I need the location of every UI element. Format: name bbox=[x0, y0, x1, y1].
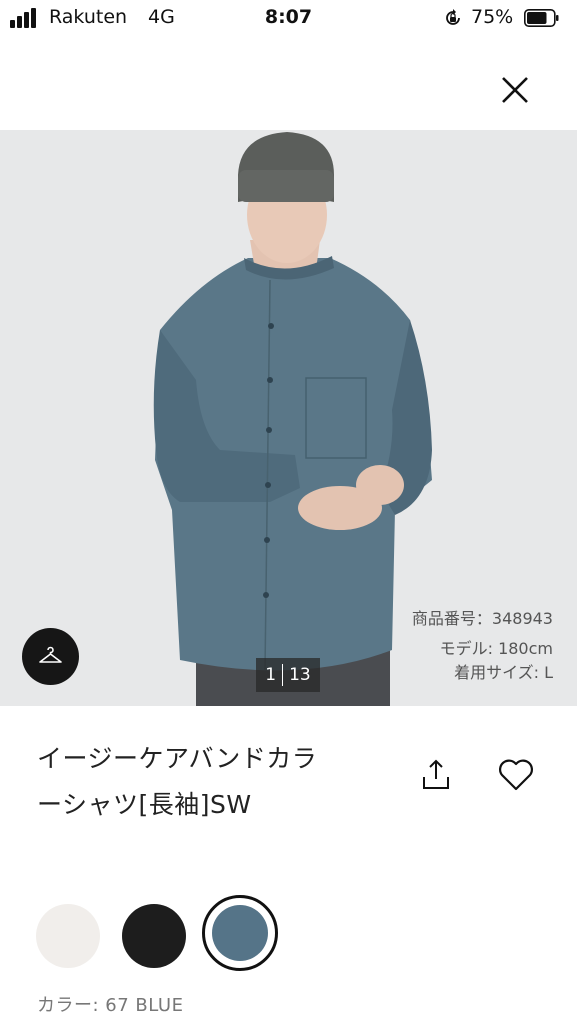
image-total: 13 bbox=[289, 665, 311, 685]
close-icon bbox=[502, 77, 528, 103]
favorite-button[interactable] bbox=[494, 755, 538, 795]
color-swatch-blue bbox=[212, 905, 268, 961]
status-bar: Rakuten 4G 8:07 75% bbox=[0, 0, 577, 40]
battery-percent: 75% bbox=[471, 6, 514, 28]
worn-size: 着用サイズ: L bbox=[454, 663, 553, 682]
counter-divider bbox=[282, 664, 284, 686]
product-title-line1: イージーケアバンドカラ bbox=[37, 744, 318, 773]
product-image-carousel[interactable]: 商品番号：348943 モデル: 180cm 着用サイズ: L 1 13 bbox=[0, 130, 577, 706]
product-number: 商品番号：348943 bbox=[411, 609, 553, 628]
orientation-lock-icon bbox=[446, 9, 460, 25]
model-height: モデル: 180cm bbox=[439, 639, 553, 658]
hanger-icon bbox=[39, 646, 62, 663]
product-title-line2: ーシャツ[長袖]SW bbox=[37, 790, 252, 819]
battery-icon bbox=[524, 9, 559, 27]
color-label: カラー: 67 BLUE bbox=[37, 995, 184, 1016]
close-button[interactable] bbox=[495, 70, 535, 110]
color-swatch-black[interactable] bbox=[122, 904, 186, 968]
product-title: イージーケアバンドカラ ーシャツ[長袖]SW bbox=[37, 736, 397, 828]
image-counter: 1 13 bbox=[256, 658, 320, 692]
heart-icon bbox=[499, 759, 533, 791]
share-icon bbox=[423, 759, 449, 789]
color-swatch-blue-selected[interactable] bbox=[202, 895, 278, 971]
share-button[interactable] bbox=[416, 755, 456, 795]
color-swatch-white[interactable] bbox=[36, 904, 100, 968]
image-current: 1 bbox=[265, 665, 277, 685]
try-on-button[interactable] bbox=[22, 628, 79, 685]
